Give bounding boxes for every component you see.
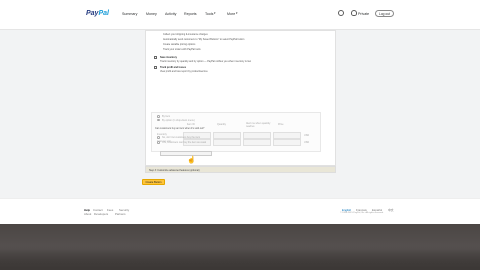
track-profit-checkbox[interactable] — [154, 66, 157, 69]
top-nav-bar: PayPal Summary Money Activity Reports To… — [0, 0, 480, 30]
nav-money[interactable]: Money — [146, 12, 157, 16]
footer-link-developers[interactable]: Developers — [94, 212, 108, 216]
copyright-text: © 1999-2015 PayPal, Inc. All rights rese… — [340, 212, 384, 214]
bullet-item: Automatically send customers to "My Save… — [163, 38, 245, 41]
track-profit-desc: View profit and loss report by product/s… — [160, 70, 208, 73]
inventory-table-box: By Item By option (in drop-down menu) It… — [151, 112, 321, 152]
create-button[interactable]: Create Button — [142, 179, 165, 185]
yes-buy-label: Yes, customers can buy the item as usual — [162, 141, 207, 144]
currency-label: USD — [304, 134, 310, 137]
alert-cell[interactable] — [243, 132, 271, 139]
track-profit-title: Track profit and losses — [160, 66, 187, 69]
footer-link-partners[interactable]: Partners — [115, 212, 126, 216]
desktop-background — [0, 224, 480, 270]
column-header: Alert me when quantity reaches — [246, 122, 271, 128]
no-buy-radio[interactable] — [157, 136, 160, 139]
column-header: Price — [278, 123, 284, 126]
settings-icon[interactable] — [338, 10, 344, 16]
by-option-radio[interactable] — [157, 118, 160, 122]
bullet-item: Create variable pricing options — [163, 43, 196, 46]
save-inventory-desc: Track inventory by quantity and by optio… — [160, 60, 251, 63]
user-icon[interactable] — [351, 10, 357, 16]
footer: Help Contact Fees Security About Develop… — [0, 198, 480, 224]
url-input[interactable] — [160, 151, 212, 156]
sold-out-question: Can customers buy an item when it's sold… — [155, 127, 205, 130]
save-inventory-title: Save inventory — [160, 56, 178, 59]
chevron-down-icon: ▾ — [236, 11, 238, 15]
quantity-cell[interactable] — [213, 132, 241, 139]
mouse-cursor-icon: ☝ — [187, 157, 196, 164]
nav-summary[interactable]: Summary — [122, 12, 137, 16]
main-content: Collect your shipping & insurance charge… — [0, 30, 480, 198]
footer-link-about[interactable]: About — [84, 212, 91, 216]
save-inventory-checkbox[interactable] — [154, 56, 157, 59]
currency-label: USD — [304, 141, 310, 144]
nav-reports[interactable]: Reports — [184, 12, 197, 16]
step-note-bar[interactable]: Step 3: Customize advanced features (opt… — [145, 166, 336, 173]
column-header: Item ID — [187, 123, 195, 126]
alert-cell[interactable] — [243, 139, 271, 146]
price-cell[interactable] — [273, 139, 301, 146]
price-cell[interactable] — [273, 132, 301, 139]
nav-tools[interactable]: Tools — [205, 12, 213, 16]
nav-more[interactable]: More — [227, 12, 235, 16]
quantity-cell[interactable] — [213, 139, 241, 146]
logout-button[interactable]: Log out — [375, 10, 394, 17]
paypal-logo[interactable]: PayPal — [86, 10, 109, 17]
no-buy-label: No, don't let customers buy the item — [162, 136, 201, 139]
yes-buy-radio[interactable] — [157, 141, 160, 144]
user-name: Private — [358, 12, 370, 16]
by-item-radio[interactable] — [157, 115, 160, 118]
lang-chinese[interactable]: 中文 — [388, 208, 394, 212]
nav-activity[interactable]: Activity — [165, 12, 176, 16]
landscape-silhouette — [0, 246, 480, 270]
chevron-down-icon: ▾ — [214, 11, 216, 15]
column-header: Quantity — [217, 123, 226, 126]
bullet-item: Collect your shipping & insurance charge… — [163, 33, 208, 36]
step-note: Step 3: Customize advanced features (opt… — [149, 169, 200, 172]
by-option-label: By option (in drop-down menu) — [162, 118, 195, 122]
bullet-item: Track your orders with PayPal tools — [163, 48, 201, 51]
